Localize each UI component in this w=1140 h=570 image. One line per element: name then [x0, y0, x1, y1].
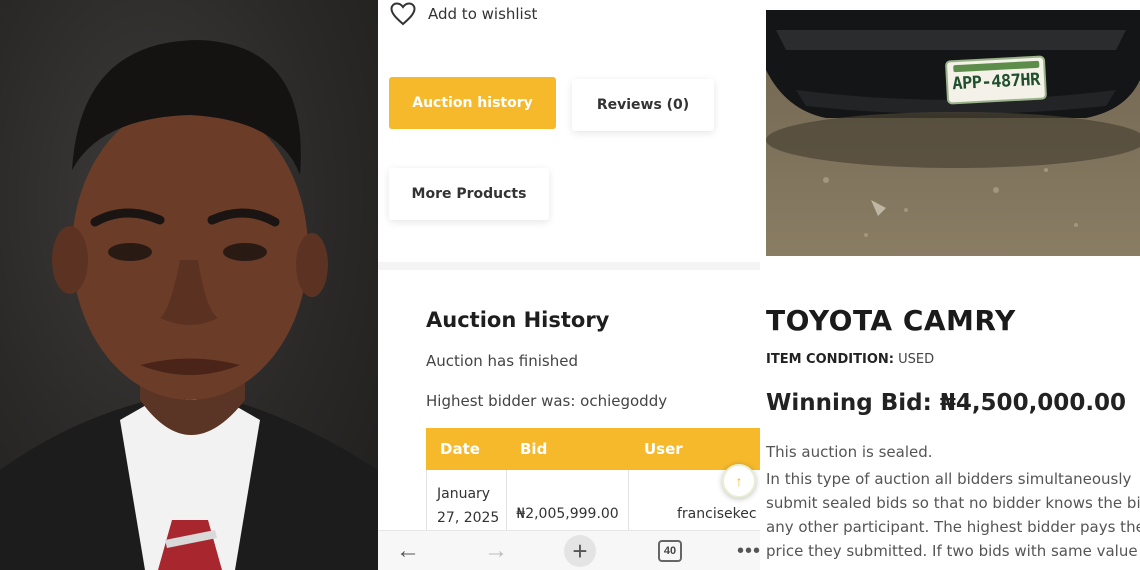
scroll-to-top-button[interactable]: ↑ [722, 464, 756, 498]
highest-bidder: Highest bidder was: ochiegoddy [426, 392, 668, 410]
tab-auction-history[interactable]: Auction history [389, 77, 556, 129]
back-arrow-icon[interactable]: ← [394, 537, 422, 565]
bid-date: January 27, 2025 [427, 470, 507, 534]
bid-amount: ₦2,005,999.00 [507, 470, 629, 534]
plus-icon[interactable]: + [564, 535, 596, 567]
item-condition: ITEM CONDITION: USED [766, 352, 934, 367]
description-line: In this type of auction all bidders simu… [766, 470, 1132, 488]
wishlist-link[interactable]: Add to wishlist [390, 0, 537, 28]
auction-description: In this type of auction all bidders simu… [766, 467, 1140, 563]
column-date: Date [440, 440, 480, 458]
more-icon[interactable]: ••• [737, 537, 760, 565]
description-line: price they submitted. If two bids with s… [766, 542, 1138, 560]
plate-number: APP-487HR [951, 69, 1041, 95]
table-row: January 27, 2025 ₦2,005,999.00 francisek… [426, 470, 760, 534]
arrow-up-icon: ↑ [735, 473, 743, 489]
bid-user: francisekec [677, 506, 757, 522]
portrait-photo [0, 0, 378, 570]
auction-status: Auction has finished [426, 352, 578, 370]
description-line: any other participant. The highest bidde… [766, 518, 1140, 536]
winning-bid: Winning Bid: ₦4,500,000.00 [766, 390, 1127, 416]
bid-date-line2: 27, 2025 [437, 510, 500, 526]
browser-nav-bar: ← → + 40 ••• [378, 530, 760, 570]
bid-table-header: Date Bid User [426, 428, 760, 470]
tabs-icon[interactable]: 40 [658, 540, 682, 562]
tab-more-products[interactable]: More Products [389, 168, 549, 220]
heart-icon [390, 2, 416, 26]
mobile-auction-page: Add to wishlist Auction history Reviews … [378, 0, 760, 570]
auction-history-title: Auction History [426, 308, 610, 332]
forward-arrow-icon[interactable]: → [482, 537, 510, 565]
tab-reviews[interactable]: Reviews (0) [572, 79, 714, 131]
condition-label: ITEM CONDITION: [766, 352, 894, 367]
product-title: TOYOTA CAMRY [766, 304, 1016, 337]
column-user: User [644, 440, 683, 458]
description-line: submit sealed bids so that no bidder kno… [766, 494, 1140, 512]
condition-value: USED [898, 352, 935, 367]
section-divider [378, 262, 760, 270]
bid-date-line1: January [437, 486, 491, 502]
sealed-notice: This auction is sealed. [766, 443, 933, 461]
portrait-illustration [0, 40, 378, 570]
license-plate: APP-487HR [944, 55, 1048, 105]
wishlist-label: Add to wishlist [428, 5, 538, 23]
car-photo: APP-487HR [766, 10, 1140, 256]
product-detail-panel: APP-487HR TOYOTA CAMRY ITEM CONDITION: U… [760, 0, 1140, 570]
car-illustration [766, 10, 1140, 256]
column-bid: Bid [520, 440, 548, 458]
